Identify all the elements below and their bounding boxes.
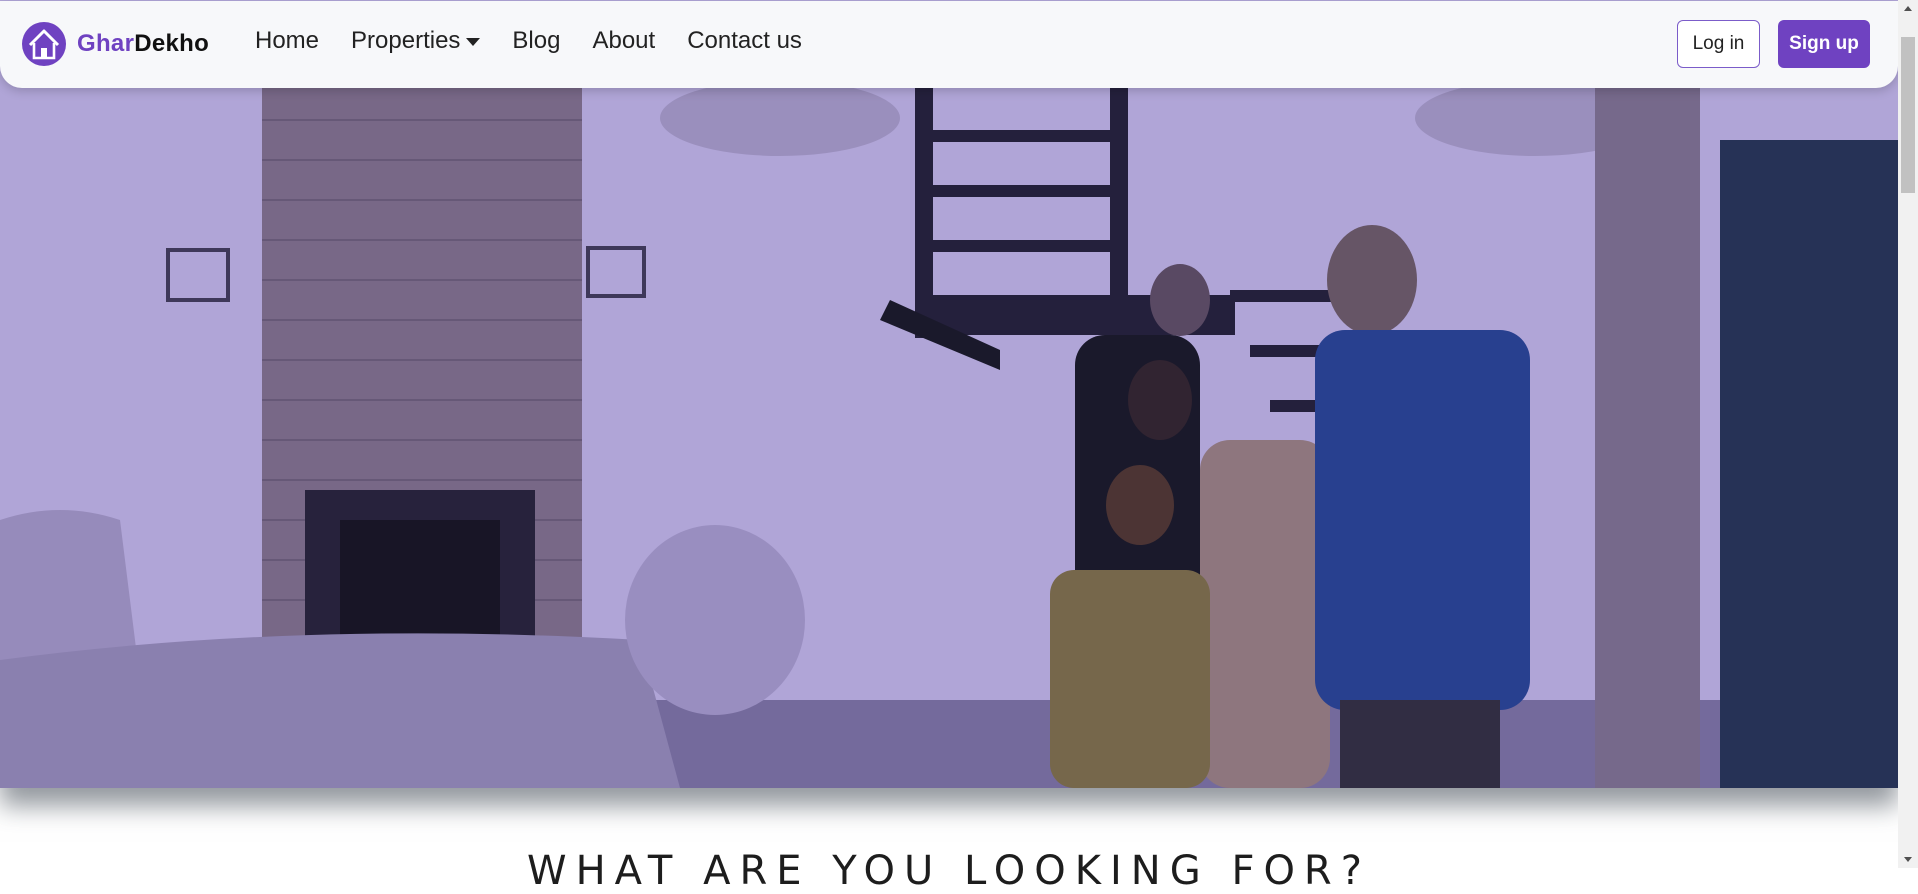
top-navbar: GharDekho Home Properties Blog About Con… (0, 1, 1898, 88)
nav-contact[interactable]: Contact us (687, 25, 802, 57)
nav-blog[interactable]: Blog (512, 25, 560, 57)
hero-tint-overlay (0, 0, 1898, 788)
brand-name: GharDekho (77, 30, 209, 58)
page-scrollbar[interactable] (1898, 0, 1918, 868)
caret-down-icon (466, 38, 481, 46)
brand-logo-link[interactable]: GharDekho (21, 20, 209, 68)
scroll-up-arrow-icon[interactable] (1904, 6, 1912, 11)
scroll-down-arrow-icon[interactable] (1904, 857, 1912, 862)
house-icon (22, 22, 66, 66)
signup-button[interactable]: Sign up (1778, 20, 1870, 68)
nav-properties-dropdown[interactable]: Properties (351, 25, 481, 57)
nav-links: Home Properties Blog About Contact us (255, 25, 834, 57)
scroll-thumb[interactable] (1901, 37, 1915, 193)
nav-about[interactable]: About (592, 25, 655, 57)
login-button[interactable]: Log in (1677, 20, 1760, 68)
brand-name-part1: Ghar (77, 30, 135, 57)
hero-image (0, 0, 1898, 788)
nav-properties-label: Properties (351, 27, 461, 54)
brand-name-part2: Dekho (134, 30, 210, 57)
nav-home[interactable]: Home (255, 25, 319, 57)
section-title: WHAT ARE YOU LOOKING FOR? (527, 848, 1371, 894)
